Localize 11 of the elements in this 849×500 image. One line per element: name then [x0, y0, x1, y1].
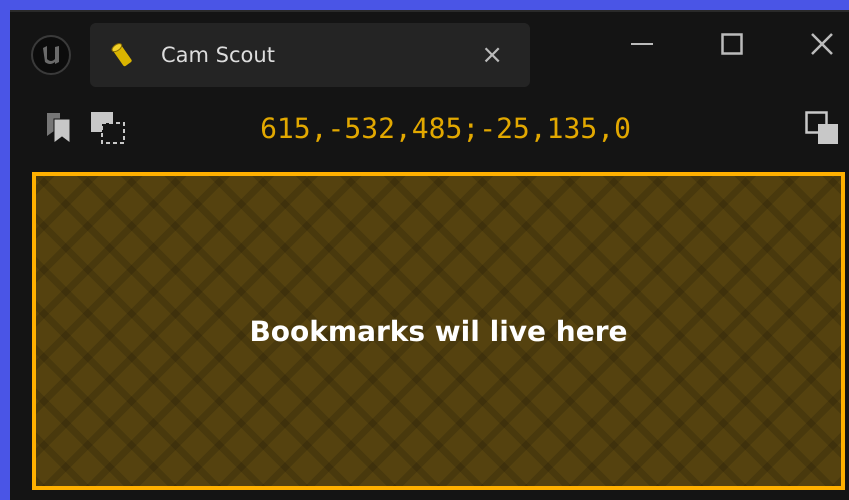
maximize-icon[interactable] [721, 33, 743, 55]
close-icon[interactable] [811, 33, 833, 55]
tab-title: Cam Scout [161, 43, 276, 67]
bookmark-icon[interactable] [46, 112, 72, 144]
copy-selection-icon[interactable] [90, 111, 126, 145]
logo-icon [30, 34, 72, 76]
tab-close-button[interactable]: × [473, 40, 511, 70]
empty-message: Bookmarks wil live here [249, 314, 628, 348]
coordinates-readout: 615,-532,485;-25,135,0 [259, 112, 632, 144]
overlap-squares-icon[interactable] [805, 111, 839, 145]
document-tab[interactable]: Cam Scout × [90, 23, 530, 87]
